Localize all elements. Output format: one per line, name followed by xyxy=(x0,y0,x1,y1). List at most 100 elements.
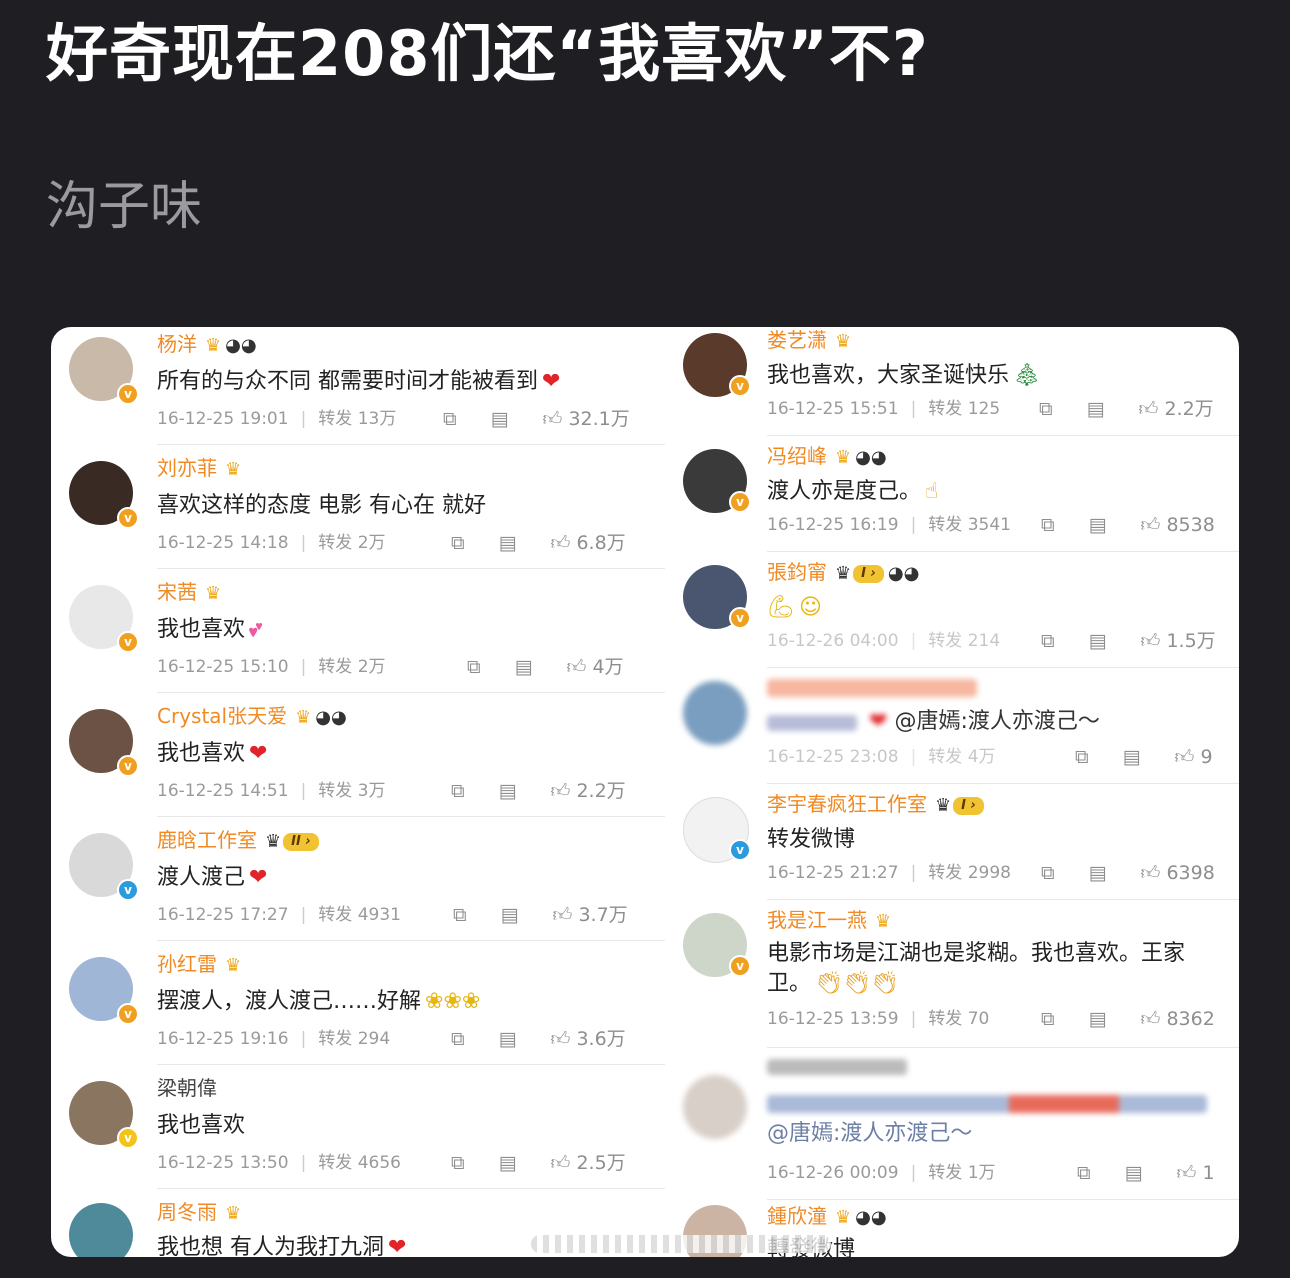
timestamp: 16-12-25 14:18 xyxy=(157,533,289,553)
timestamp: 16-12-25 23:08 xyxy=(767,747,899,767)
commenter-name[interactable]: 我是江一燕 ♛ xyxy=(767,907,891,935)
share-icon[interactable]: ⧉ xyxy=(451,780,465,802)
share-icon[interactable]: ⧉ xyxy=(1077,1162,1091,1184)
repost-count: 转发 2万 xyxy=(318,533,386,553)
comment-icon[interactable]: ▤ xyxy=(1089,862,1107,884)
screenshot-card[interactable]: v 杨洋 ♛ ◕◕ 所有的与众不同 都需要时间才能被看到 ❤ 16-12-25 19:… xyxy=(51,327,1239,1257)
smile-flower-icon: ❀❀❀ xyxy=(425,989,481,1014)
commenter-name[interactable]: 張鈞甯 ♛ I › ◕◕ xyxy=(767,559,919,587)
comment-icon[interactable]: ▤ xyxy=(491,408,509,430)
heart-icon: ❤ xyxy=(249,865,268,890)
comment-icon[interactable]: ▤ xyxy=(499,1152,517,1174)
thumbs-up-icon[interactable]: 👍︎ 8362 xyxy=(1141,1008,1215,1030)
crown-icon: ♛ xyxy=(225,1202,242,1224)
like-count: 32.1万 xyxy=(568,408,630,430)
commenter-name[interactable]: 鹿晗工作室 ♛ II › xyxy=(157,827,319,855)
comment-icon[interactable]: ▤ xyxy=(1089,514,1107,536)
comment-meta: 16-12-25 14:51 | 转发 3万 xyxy=(157,781,386,801)
badges: ♛ xyxy=(875,909,891,935)
share-icon[interactable]: ⧉ xyxy=(1039,398,1053,420)
comment-icon[interactable]: ▤ xyxy=(499,1028,517,1050)
thumbs-up-icon[interactable]: 👍︎ 6398 xyxy=(1141,862,1215,884)
comment-icon[interactable]: ▤ xyxy=(1089,630,1107,652)
share-icon[interactable]: ⧉ xyxy=(453,904,467,926)
commenter-name[interactable]: 梁朝偉 xyxy=(157,1075,217,1101)
avatar[interactable] xyxy=(683,1075,747,1139)
name-text: 鹿晗工作室 xyxy=(157,828,257,852)
comment-icon[interactable]: ▤ xyxy=(515,656,533,678)
like-count: 6398 xyxy=(1166,862,1215,884)
share-icon[interactable]: ⧉ xyxy=(1041,630,1055,652)
share-icon[interactable]: ⧉ xyxy=(467,656,481,678)
commenter-name[interactable]: 鍾欣潼 ♛ ◕◕ xyxy=(767,1203,887,1231)
share-icon[interactable]: ⧉ xyxy=(451,1028,465,1050)
like-count: 3.7万 xyxy=(578,904,628,926)
name-text: 周冬雨 xyxy=(157,1200,217,1224)
comment-text: 我也想 有人为我打九洞 ❤ xyxy=(157,1233,406,1257)
thumbs-up-icon[interactable]: 👍︎ 2.2万 xyxy=(551,780,626,802)
commenter-name[interactable]: 杨洋 ♛ ◕◕ xyxy=(157,331,257,359)
thumbs-up-icon[interactable]: 👍︎ 8538 xyxy=(1141,514,1215,536)
thumbs-up-icon[interactable]: 👍︎ 2.5万 xyxy=(551,1152,626,1174)
timestamp: 16-12-25 19:01 xyxy=(157,409,289,429)
thumbs-up-icon[interactable]: 👍︎ 1.5万 xyxy=(1141,630,1216,652)
share-icon[interactable]: ⧉ xyxy=(1041,1008,1055,1030)
comment-item: v 張鈞甯 ♛ I › ◕◕ 💪︎ ☺ 16-12-26 04:00 | 转发 214 ⧉ ▤… xyxy=(673,559,1239,675)
share-icon[interactable]: ⧉ xyxy=(1041,862,1055,884)
commenter-name[interactable]: 娄艺潇 ♛ xyxy=(767,327,851,355)
share-icon[interactable]: ⧉ xyxy=(451,532,465,554)
share-icon[interactable]: ⧉ xyxy=(1041,514,1055,536)
avatar[interactable] xyxy=(683,681,747,745)
comment-body: 所有的与众不同 都需要时间才能被看到 xyxy=(157,369,538,394)
thumbs-up-icon[interactable]: 👍︎ 9 xyxy=(1175,746,1213,768)
comment-item: v 鹿晗工作室 ♛ II › 渡人渡己 ❤ 16-12-25 17:27 | 转发 493… xyxy=(51,823,671,947)
repost-count: 转发 1万 xyxy=(928,1163,996,1183)
blurred-name xyxy=(767,679,977,697)
comment-icon[interactable]: ▤ xyxy=(1087,398,1105,420)
badges: ♛ ◕◕ xyxy=(835,1205,887,1231)
christmas-tree-icon: 🎄︎ xyxy=(1013,363,1041,388)
thumbs-up-icon[interactable]: 👍︎ 3.7万 xyxy=(553,904,628,926)
thumbs-up-icon[interactable]: 👍︎ 6.8万 xyxy=(551,532,626,554)
thumbs-up-icon[interactable]: 👍︎ 4万 xyxy=(567,656,624,678)
share-icon[interactable]: ⧉ xyxy=(443,408,457,430)
thumbs-up-icon[interactable]: 👍︎ 3.6万 xyxy=(551,1028,626,1050)
comment-meta: 16-12-25 15:51 | 转发 125 xyxy=(767,399,1001,419)
commenter-name[interactable]: 周冬雨 ♛ xyxy=(157,1199,241,1227)
divider xyxy=(767,899,1239,900)
commenter-name[interactable]: 孙红雷 ♛ xyxy=(157,951,241,979)
comment-text: 我也喜欢 xyxy=(157,1111,245,1141)
thumbs-up-icon[interactable]: 👍︎ 1 xyxy=(1177,1162,1215,1184)
thumbs-up-icon[interactable]: 👍︎ 32.1万 xyxy=(543,408,630,430)
like-count: 9 xyxy=(1200,746,1213,768)
verified-icon: v xyxy=(117,1127,139,1149)
verified-icon: v xyxy=(729,955,751,977)
comment-icon[interactable]: ▤ xyxy=(1125,1162,1143,1184)
comment-icon[interactable]: ▤ xyxy=(501,904,519,926)
verified-icon: v xyxy=(117,631,139,653)
commenter-name[interactable]: 李宇春疯狂工作室 ♛ I › xyxy=(767,791,984,819)
thumbs-up-icon[interactable]: 👍︎ 2.2万 xyxy=(1139,398,1214,420)
badges: ♛ I › ◕◕ xyxy=(835,561,919,587)
avatar[interactable] xyxy=(69,1203,133,1257)
repost-count: 转发 70 xyxy=(928,1009,990,1029)
comment-text: 💪︎ ☺ xyxy=(767,593,822,623)
name-text: 刘亦菲 xyxy=(157,456,217,480)
comment-icon[interactable]: ▤ xyxy=(499,780,517,802)
share-icon[interactable]: ⧉ xyxy=(1075,746,1089,768)
blurred-text xyxy=(767,1095,1207,1113)
level-badge: I › xyxy=(953,796,984,815)
commenter-name[interactable]: 冯绍峰 ♛ ◕◕ xyxy=(767,443,887,471)
commenter-name[interactable]: Crystal张天爱 ♛ ◕◕ xyxy=(157,703,347,731)
share-icon[interactable]: ⧉ xyxy=(451,1152,465,1174)
name-text: 鍾欣潼 xyxy=(767,1204,827,1228)
comment-item: ❤ @唐嫣:渡人亦渡己～ 16-12-25 23:08 | 转发 4万 ⧉ ▤ 👍︎ 9 xyxy=(673,675,1239,791)
badges: ♛ xyxy=(835,329,851,355)
badges: ♛ xyxy=(225,457,241,483)
comment-icon[interactable]: ▤ xyxy=(499,532,517,554)
commenter-name[interactable]: 宋茜 ♛ xyxy=(157,579,221,607)
comment-icon[interactable]: ▤ xyxy=(1089,1008,1107,1030)
action-icons: ⧉ ▤ 👍︎ 3.6万 xyxy=(451,1027,626,1051)
comment-icon[interactable]: ▤ xyxy=(1123,746,1141,768)
commenter-name[interactable]: 刘亦菲 ♛ xyxy=(157,455,241,483)
